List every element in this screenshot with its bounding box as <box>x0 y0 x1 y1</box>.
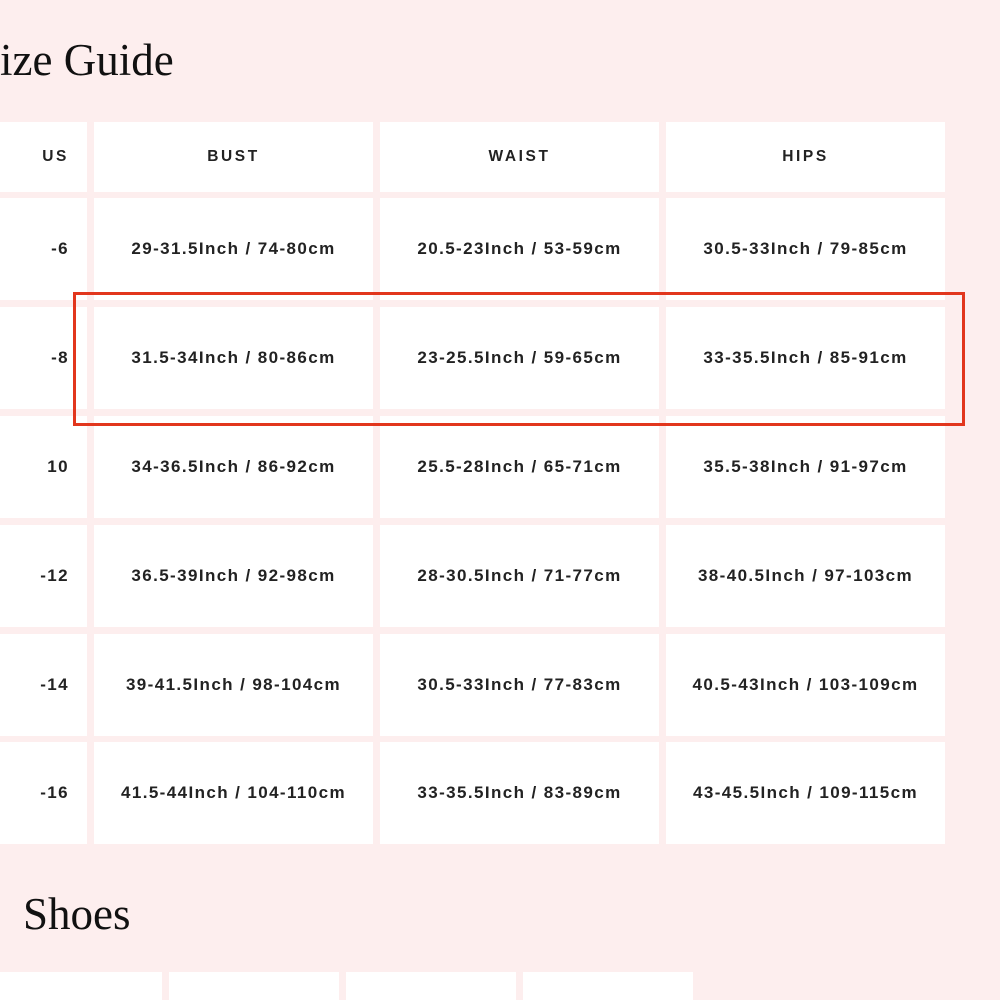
bust-cell: 36.5-39Inch / 92-98cm <box>94 525 373 627</box>
waist-cell: 20.5-23Inch / 53-59cm <box>380 198 659 300</box>
header-bust: BUST <box>94 122 373 192</box>
shoes-table-cell <box>169 972 339 1000</box>
waist-cell: 33-35.5Inch / 83-89cm <box>380 742 659 844</box>
page-title: ize Guide <box>0 35 174 85</box>
size-cell: -14 <box>0 634 87 736</box>
waist-cell: 30.5-33Inch / 77-83cm <box>380 634 659 736</box>
bust-cell: 31.5-34Inch / 80-86cm <box>94 307 373 409</box>
hips-cell: 40.5-43Inch / 103-109cm <box>666 634 945 736</box>
size-cell: 10 <box>0 416 87 518</box>
size-cell: -12 <box>0 525 87 627</box>
bust-cell: 39-41.5Inch / 98-104cm <box>94 634 373 736</box>
hips-cell: 33-35.5Inch / 85-91cm <box>666 307 945 409</box>
waist-cell: 25.5-28Inch / 65-71cm <box>380 416 659 518</box>
size-cell: -8 <box>0 307 87 409</box>
size-cell: -16 <box>0 742 87 844</box>
shoes-table-cell <box>0 972 162 1000</box>
bust-cell: 41.5-44Inch / 104-110cm <box>94 742 373 844</box>
hips-cell: 43-45.5Inch / 109-115cm <box>666 742 945 844</box>
header-size: US <box>0 122 87 192</box>
hips-cell: 30.5-33Inch / 79-85cm <box>666 198 945 300</box>
waist-cell: 23-25.5Inch / 59-65cm <box>380 307 659 409</box>
waist-cell: 28-30.5Inch / 71-77cm <box>380 525 659 627</box>
bust-cell: 29-31.5Inch / 74-80cm <box>94 198 373 300</box>
header-hips: HIPS <box>666 122 945 192</box>
shoes-section-title: Shoes <box>23 889 131 939</box>
bust-cell: 34-36.5Inch / 86-92cm <box>94 416 373 518</box>
shoes-table-cell <box>346 972 516 1000</box>
shoes-table-cell <box>523 972 693 1000</box>
header-waist: WAIST <box>380 122 659 192</box>
hips-cell: 38-40.5Inch / 97-103cm <box>666 525 945 627</box>
hips-cell: 35.5-38Inch / 91-97cm <box>666 416 945 518</box>
size-cell: -6 <box>0 198 87 300</box>
